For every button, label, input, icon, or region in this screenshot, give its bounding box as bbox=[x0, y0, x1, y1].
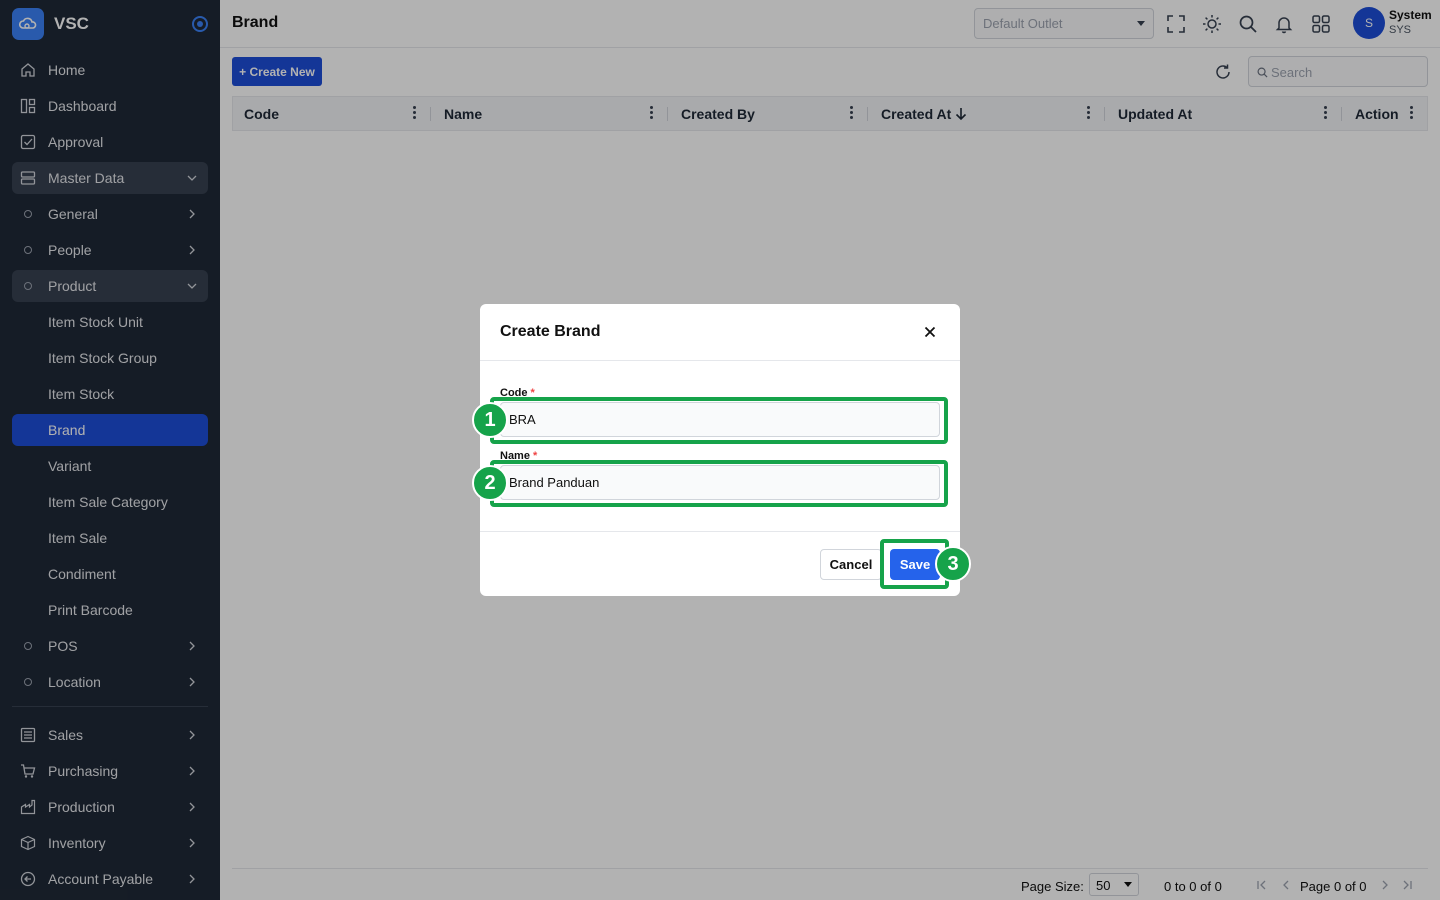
close-icon[interactable] bbox=[924, 326, 936, 338]
dialog-title: Create Brand bbox=[500, 323, 601, 340]
step-badge-1: 1 bbox=[472, 402, 508, 438]
step-badge-3: 3 bbox=[935, 546, 971, 582]
step-badge-2: 2 bbox=[472, 465, 508, 501]
dialog-divider bbox=[480, 360, 960, 361]
cancel-button[interactable]: Cancel bbox=[820, 549, 882, 580]
highlight-box-code bbox=[490, 397, 948, 444]
dialog-divider bbox=[480, 531, 960, 532]
highlight-box-name bbox=[490, 460, 948, 507]
